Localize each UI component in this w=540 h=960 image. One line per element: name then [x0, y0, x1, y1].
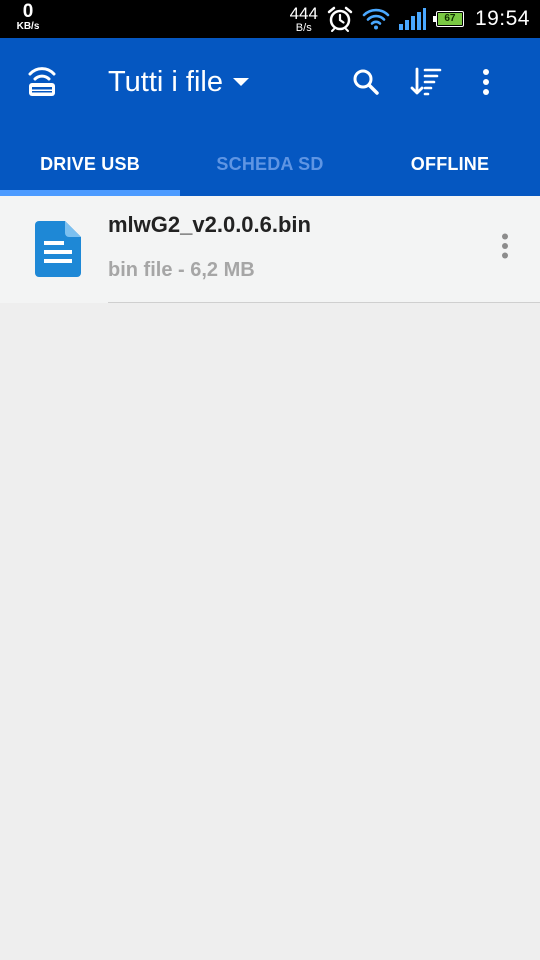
signal-icon — [398, 8, 426, 30]
tab-drive-usb[interactable]: DRIVE USB — [0, 136, 180, 192]
app-bar: Tutti i file DRIVE USB SCHEDA SD OFFLINE — [0, 38, 540, 196]
tab-scheda-sd[interactable]: SCHEDA SD — [180, 136, 360, 192]
status-time: 19:54 — [474, 7, 530, 30]
battery-level: 67 — [444, 13, 456, 24]
document-icon — [35, 221, 81, 282]
list-divider — [108, 302, 540, 303]
location-dropdown[interactable]: Tutti i file — [108, 64, 249, 100]
storage-tabs: DRIVE USB SCHEDA SD OFFLINE — [0, 136, 540, 196]
file-list-item[interactable]: mlwG2_v2.0.0.6.bin bin file - 6,2 MB — [0, 196, 540, 303]
sort-button[interactable] — [406, 62, 446, 102]
dropdown-caret-icon — [232, 78, 249, 86]
upload-rate: 444 — [289, 3, 318, 23]
network-speed-down: 0 KB/s — [10, 2, 46, 32]
status-icons: 444 B/s 67 19:54 — [290, 0, 530, 38]
wifi-icon — [362, 7, 390, 31]
file-details: bin file - 6,2 MB — [108, 259, 255, 281]
file-name: mlwG2_v2.0.0.6.bin — [108, 212, 311, 237]
alarm-icon — [326, 5, 354, 33]
file-options-button[interactable] — [489, 230, 521, 262]
more-vert-icon — [502, 233, 508, 259]
search-button[interactable] — [346, 62, 386, 102]
more-options-button[interactable] — [466, 62, 506, 102]
page-title: Tutti i file — [108, 65, 223, 98]
upload-rate-unit: B/s — [295, 21, 312, 34]
more-vert-icon — [483, 69, 489, 95]
search-icon — [353, 69, 379, 95]
tab-offline[interactable]: OFFLINE — [360, 136, 540, 192]
download-rate: 0 — [22, 1, 34, 22]
download-rate-unit: KB/s — [16, 21, 40, 32]
usb-drive-logo-icon[interactable] — [26, 65, 58, 104]
sort-icon — [410, 67, 442, 96]
status-bar: 0 KB/s 444 B/s 67 19:54 — [0, 0, 540, 38]
battery-icon: 67 — [432, 11, 466, 27]
network-speed-up: 444 B/s — [290, 5, 318, 34]
